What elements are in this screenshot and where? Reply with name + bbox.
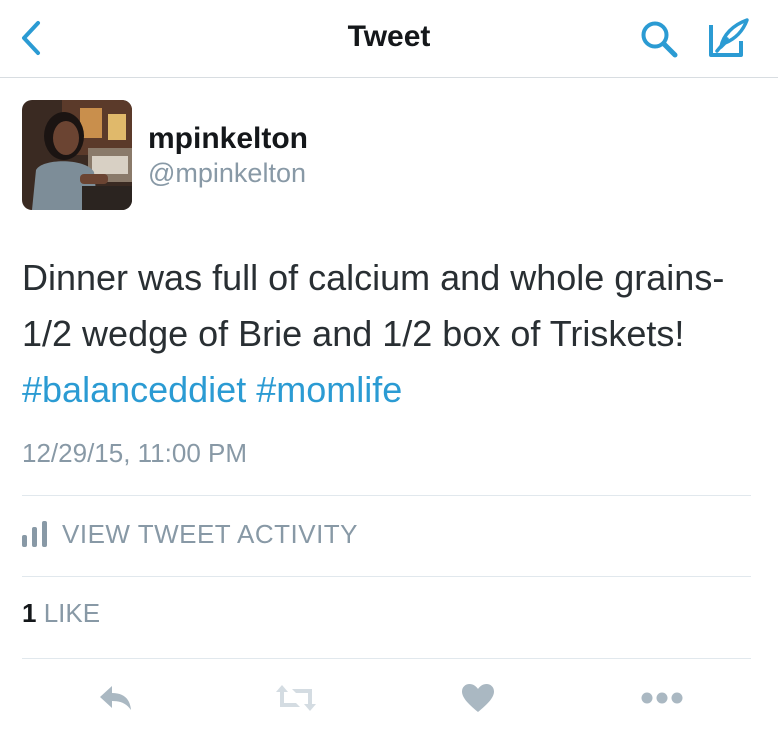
avatar[interactable] bbox=[22, 100, 132, 210]
tweet-actions-bar bbox=[0, 670, 778, 726]
more-icon bbox=[641, 692, 683, 704]
likes-count: 1 bbox=[22, 598, 37, 628]
top-nav-bar: Tweet bbox=[0, 0, 778, 78]
reply-icon bbox=[100, 686, 131, 710]
reply-button[interactable] bbox=[90, 676, 142, 720]
likes-label: LIKE bbox=[43, 598, 101, 628]
likes-count-link[interactable]: 1 LIKE bbox=[22, 598, 100, 629]
compose-icon bbox=[709, 18, 749, 57]
like-button[interactable] bbox=[452, 676, 504, 720]
divider bbox=[22, 495, 751, 496]
tweet-author[interactable]: mpinkelton @mpinkelton bbox=[22, 100, 762, 212]
retweet-button[interactable] bbox=[270, 676, 322, 720]
tweet-body: Dinner was full of calcium and whole gra… bbox=[22, 257, 725, 354]
author-name[interactable]: mpinkelton bbox=[148, 122, 308, 156]
search-button[interactable] bbox=[636, 16, 682, 62]
retweet-icon bbox=[276, 685, 316, 711]
search-icon bbox=[641, 21, 678, 58]
hashtag-link[interactable]: #balanceddiet bbox=[22, 369, 246, 410]
compose-tweet-button[interactable] bbox=[704, 14, 754, 62]
author-handle[interactable]: @mpinkelton bbox=[148, 158, 306, 189]
bar-chart-icon bbox=[22, 521, 47, 547]
view-tweet-activity-label: VIEW TWEET ACTIVITY bbox=[62, 518, 359, 549]
more-button[interactable] bbox=[636, 676, 688, 720]
tweet-text: Dinner was full of calcium and whole gra… bbox=[22, 250, 762, 418]
heart-icon bbox=[462, 684, 494, 712]
hashtag-link[interactable]: #momlife bbox=[256, 369, 402, 410]
view-tweet-activity-button[interactable]: VIEW TWEET ACTIVITY bbox=[22, 510, 358, 558]
tweet-timestamp: 12/29/15, 11:00 PM bbox=[22, 438, 248, 468]
divider bbox=[22, 576, 751, 577]
divider bbox=[22, 658, 751, 659]
